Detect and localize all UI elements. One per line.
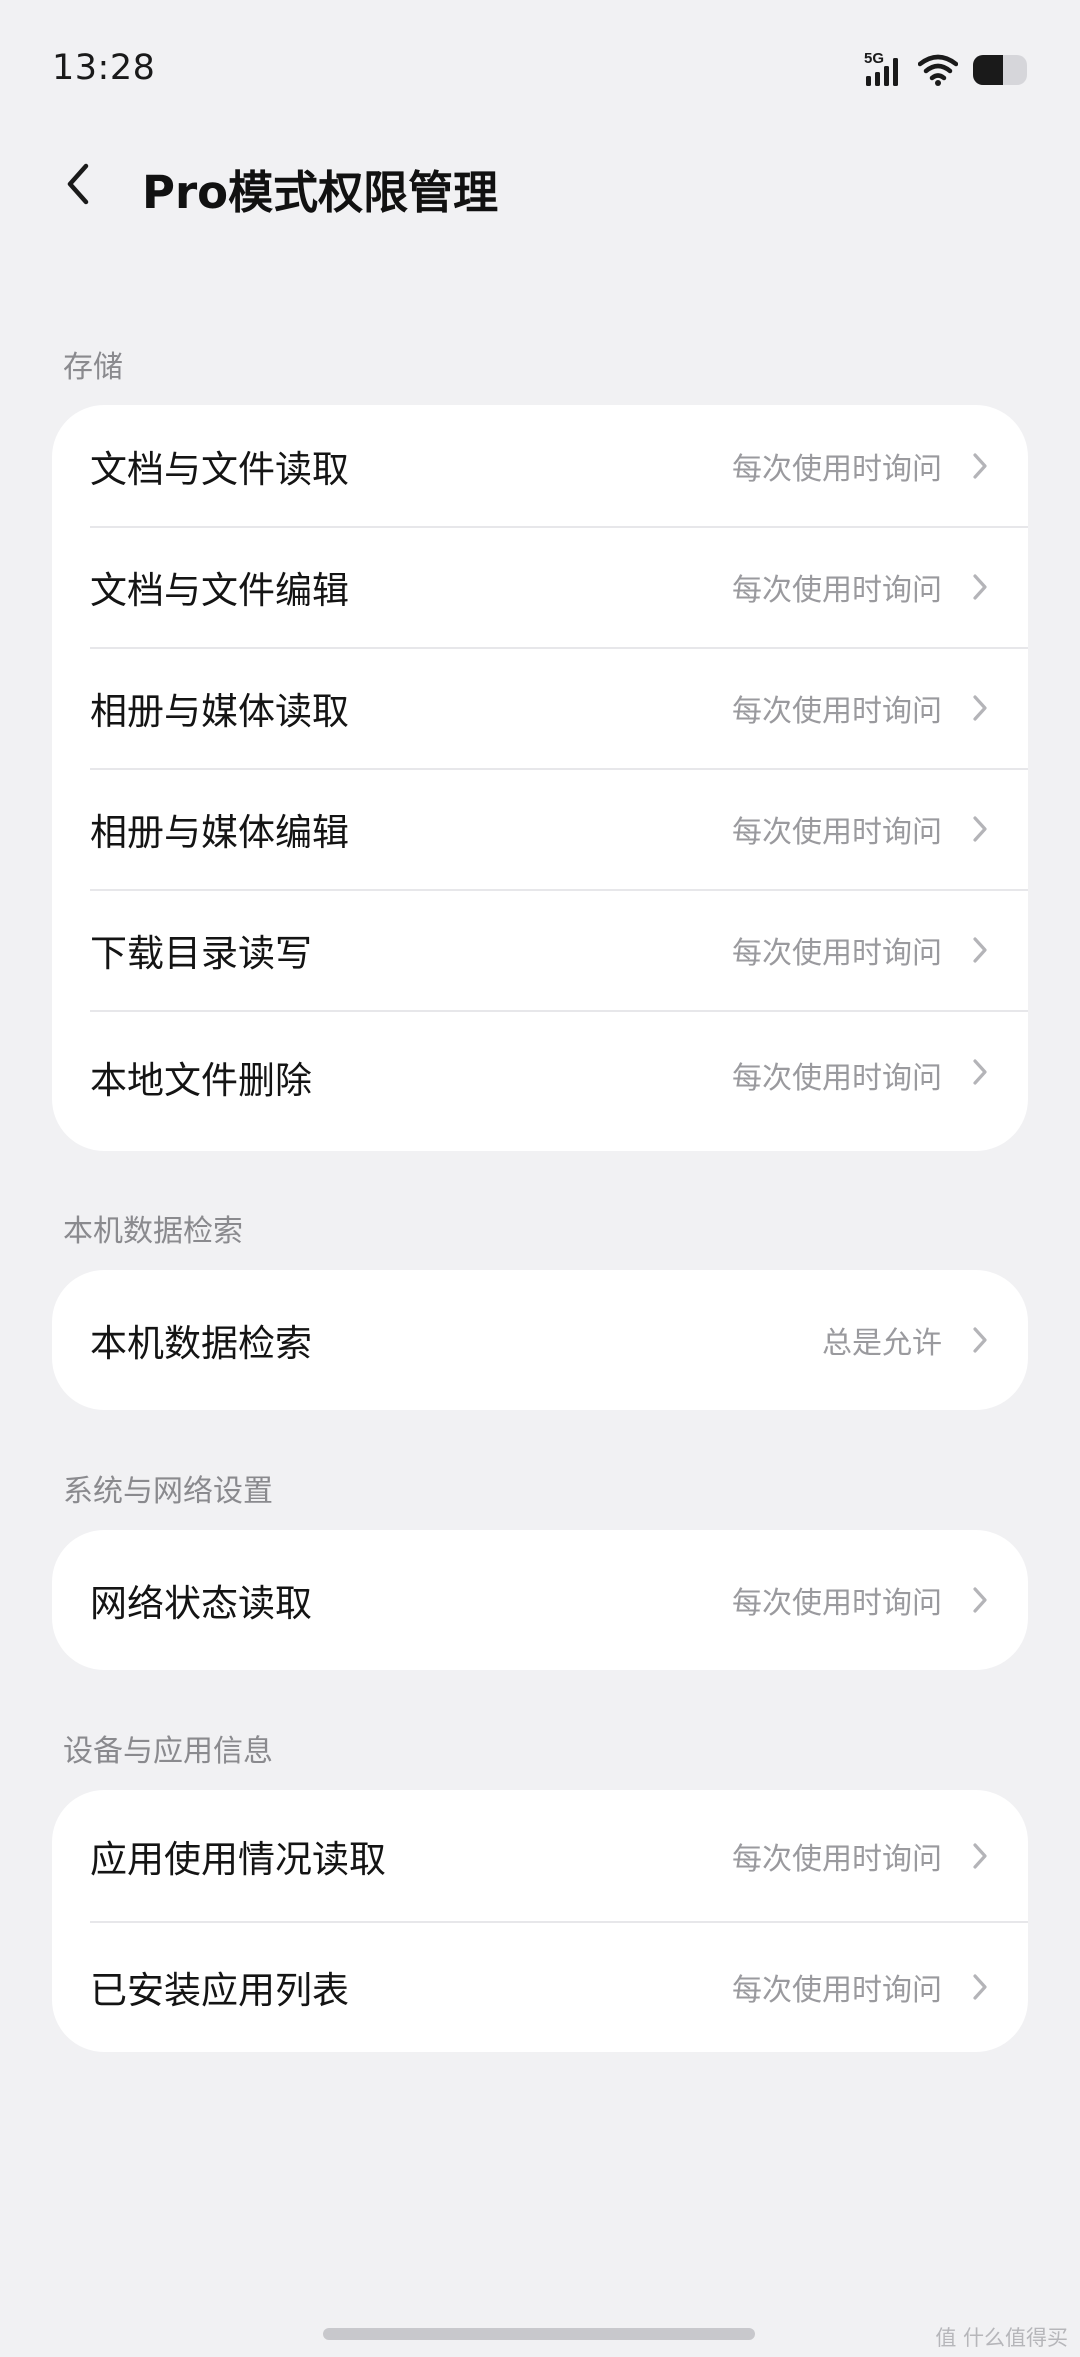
row-value: 每次使用时询问 (732, 693, 942, 729)
page-title: Pro模式权限管理 (142, 166, 499, 219)
wifi-icon (918, 54, 958, 86)
section-label-system-network: 系统与网络设置 (63, 1474, 273, 1509)
row-value: 总是允许 (822, 1326, 942, 1361)
permission-row-media-edit[interactable]: 相册与媒体编辑 每次使用时询问 (52, 768, 1028, 889)
row-value: 每次使用时询问 (732, 1841, 942, 1877)
chevron-right-icon (968, 571, 992, 603)
permission-row-installed-apps[interactable]: 已安装应用列表 每次使用时询问 (52, 1921, 1028, 2052)
back-button[interactable] (50, 148, 106, 220)
chevron-right-icon (968, 692, 992, 724)
row-label: 应用使用情况读取 (90, 1837, 386, 1881)
row-value: 每次使用时询问 (732, 1061, 942, 1096)
row-label: 相册与媒体读取 (90, 689, 349, 733)
card-device-app: 应用使用情况读取 每次使用时询问 已安装应用列表 每次使用时询问 (52, 1790, 1028, 2052)
card-local-search: 本机数据检索 总是允许 (52, 1270, 1028, 1410)
chevron-right-icon (968, 934, 992, 966)
row-label: 下载目录读写 (90, 931, 312, 975)
card-storage: 文档与文件读取 每次使用时询问 文档与文件编辑 每次使用时询问 相册与媒体读取 … (52, 405, 1028, 1151)
header: Pro模式权限管理 (0, 140, 1080, 230)
section-label-local-search: 本机数据检索 (63, 1214, 243, 1249)
chevron-left-icon (67, 163, 89, 205)
chevron-right-icon (968, 1971, 992, 2003)
row-label: 相册与媒体编辑 (90, 810, 349, 854)
row-label: 文档与文件读取 (90, 447, 349, 491)
permission-row-local-delete[interactable]: 本地文件删除 每次使用时询问 (52, 1010, 1028, 1151)
chevron-right-icon (968, 450, 992, 482)
row-value: 每次使用时询问 (732, 1972, 942, 2008)
row-value: 每次使用时询问 (732, 451, 942, 487)
section-label-storage: 存储 (63, 350, 123, 385)
battery-icon (973, 55, 1027, 85)
row-label: 已安装应用列表 (90, 1968, 349, 2012)
permission-row-network-state[interactable]: 网络状态读取 每次使用时询问 (52, 1530, 1028, 1670)
screen: 13:28 5G Pro模式权限管理 存储 文档与文件读取 每次使用时询问 文档… (0, 0, 1080, 2357)
signal-5g-icon: 5G (864, 50, 904, 88)
status-icons: 5G (864, 50, 1028, 88)
row-label: 文档与文件编辑 (90, 568, 349, 612)
row-value: 每次使用时询问 (732, 1586, 942, 1621)
row-label: 本地文件删除 (90, 1059, 312, 1102)
status-time: 13:28 (52, 48, 156, 88)
card-system-network: 网络状态读取 每次使用时询问 (52, 1530, 1028, 1670)
home-indicator[interactable] (323, 2328, 755, 2340)
row-label: 网络状态读取 (90, 1582, 312, 1625)
row-value: 每次使用时询问 (732, 814, 942, 850)
permission-row-doc-edit[interactable]: 文档与文件编辑 每次使用时询问 (52, 526, 1028, 647)
permission-row-media-read[interactable]: 相册与媒体读取 每次使用时询问 (52, 647, 1028, 768)
permission-row-download-rw[interactable]: 下载目录读写 每次使用时询问 (52, 889, 1028, 1010)
permission-row-local-search[interactable]: 本机数据检索 总是允许 (52, 1270, 1028, 1410)
row-value: 每次使用时询问 (732, 935, 942, 971)
chevron-right-icon (968, 1840, 992, 1872)
watermark: 值 什么值得买 (935, 2326, 1068, 2350)
permission-row-app-usage[interactable]: 应用使用情况读取 每次使用时询问 (52, 1790, 1028, 1921)
row-label: 本机数据检索 (90, 1322, 312, 1365)
row-value: 每次使用时询问 (732, 572, 942, 608)
chevron-right-icon (968, 1056, 992, 1088)
chevron-right-icon (968, 813, 992, 845)
chevron-right-icon (968, 1324, 992, 1356)
permission-row-doc-read[interactable]: 文档与文件读取 每次使用时询问 (52, 405, 1028, 526)
section-label-device-app: 设备与应用信息 (63, 1734, 273, 1769)
chevron-right-icon (968, 1584, 992, 1616)
status-bar: 13:28 5G (0, 0, 1080, 140)
